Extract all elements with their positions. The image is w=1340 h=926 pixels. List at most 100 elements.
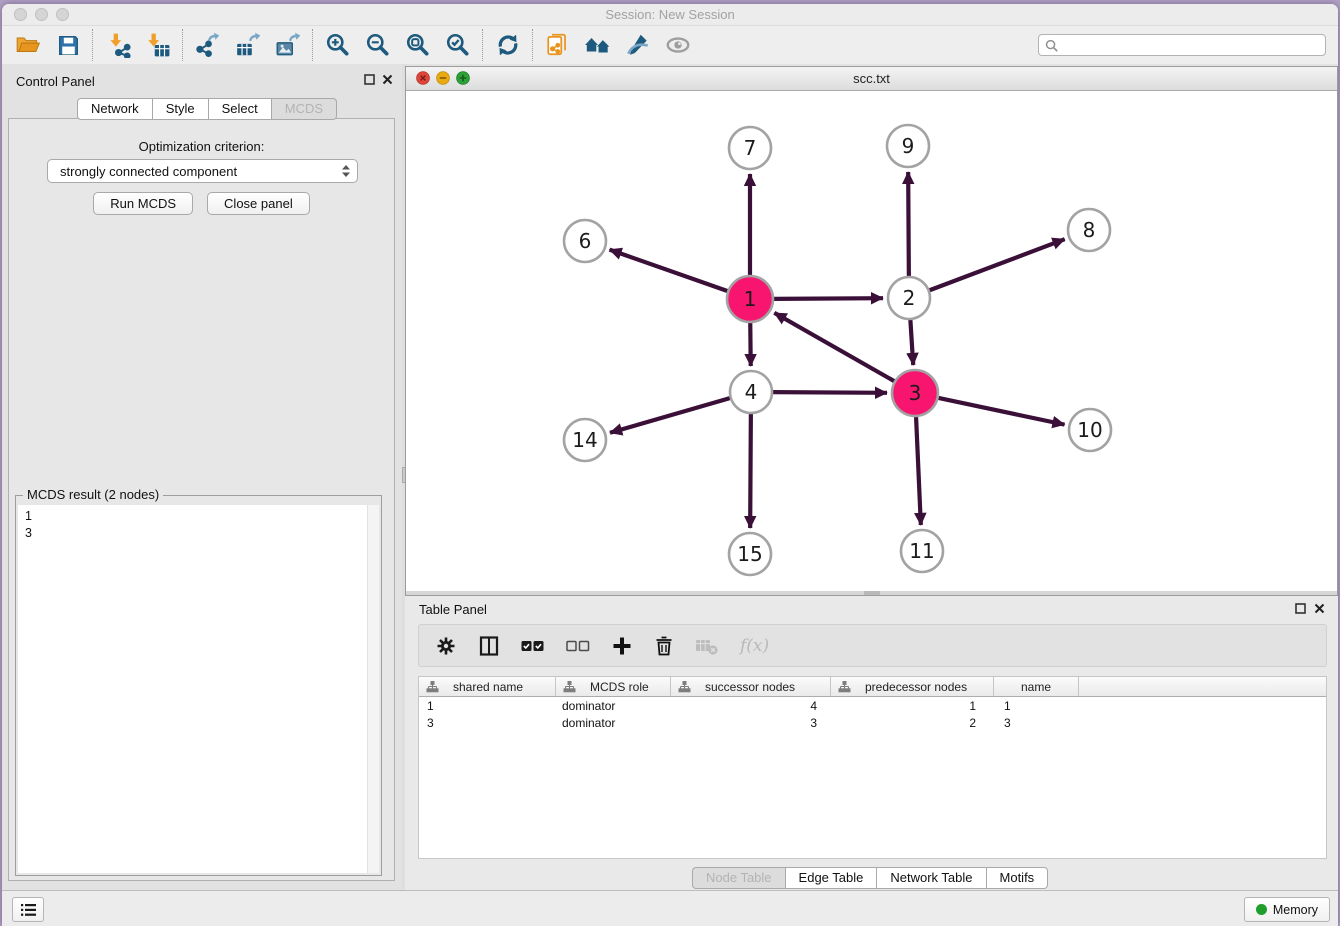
export-table-icon[interactable]: [228, 28, 268, 62]
column-header-shared-name[interactable]: shared name: [419, 677, 556, 696]
network-frame-titlebar[interactable]: scc.txt: [406, 67, 1337, 91]
tab-select[interactable]: Select: [209, 98, 272, 120]
table-cell[interactable]: 1: [419, 699, 556, 713]
open-session-icon[interactable]: [8, 28, 48, 62]
tab-edge-table[interactable]: Edge Table: [786, 867, 878, 889]
home-icon[interactable]: [578, 28, 618, 62]
close-panel-icon[interactable]: [382, 74, 393, 85]
add-row-icon[interactable]: [611, 633, 633, 659]
graph-node-label-3: 3: [909, 381, 922, 405]
delete-table-icon[interactable]: [695, 633, 719, 659]
tab-motifs[interactable]: Motifs: [987, 867, 1049, 889]
tab-style[interactable]: Style: [153, 98, 209, 120]
tab-network-table[interactable]: Network Table: [877, 867, 986, 889]
graph-edge-4-3[interactable]: [773, 392, 887, 393]
save-session-icon[interactable]: [48, 28, 88, 62]
table-cell[interactable]: 3: [994, 716, 1079, 730]
network-view-frame: scc.txt 7968124314101511: [405, 66, 1338, 596]
zoom-out-icon[interactable]: [358, 28, 398, 62]
graph-edge-4-14[interactable]: [610, 398, 730, 433]
table-cell[interactable]: dominator: [556, 716, 671, 730]
import-table-icon[interactable]: [138, 28, 178, 62]
network-canvas[interactable]: 7968124314101511: [406, 91, 1337, 591]
graph-edge-2-9[interactable]: [908, 172, 909, 276]
search-field[interactable]: [1038, 34, 1326, 56]
graph-node-label-4: 4: [745, 380, 758, 404]
network-graph: 7968124314101511: [406, 91, 1337, 591]
deselect-all-icon[interactable]: [566, 633, 590, 659]
search-icon: [1045, 39, 1058, 52]
table-cell[interactable]: 1: [994, 699, 1079, 713]
column-header-MCDS-role[interactable]: MCDS role: [556, 677, 671, 696]
graph-edge-3-1[interactable]: [774, 313, 894, 381]
memory-label: Memory: [1273, 903, 1318, 917]
memory-button[interactable]: Memory: [1244, 897, 1330, 922]
graph-edge-2-8[interactable]: [930, 239, 1065, 290]
graph-edge-4-15[interactable]: [750, 414, 751, 528]
zoom-window-icon[interactable]: [56, 8, 69, 21]
close-window-icon[interactable]: [14, 8, 27, 21]
column-label: MCDS role: [590, 680, 649, 694]
graph-edge-1-6[interactable]: [610, 250, 728, 291]
graph-edge-2-3[interactable]: [910, 320, 913, 365]
close-table-panel-icon[interactable]: [1314, 603, 1325, 614]
table-cell[interactable]: dominator: [556, 699, 671, 713]
float-panel-icon[interactable]: [364, 74, 375, 85]
main-area: Control Panel NetworkStyleSelectMCDS Opt…: [2, 64, 1338, 890]
toolbar-separator: [532, 29, 534, 61]
mcds-result-lines: 13: [18, 505, 379, 545]
graph-node-label-7: 7: [744, 136, 757, 160]
table-cell[interactable]: 4: [671, 699, 831, 713]
toolbar-separator: [92, 29, 94, 61]
mcds-result-area[interactable]: 13: [18, 505, 379, 873]
horizontal-splitter-handle[interactable]: [864, 591, 880, 595]
table-row[interactable]: 1dominator411: [419, 697, 1326, 714]
graph-node-label-6: 6: [579, 229, 592, 253]
column-header-successor-nodes[interactable]: successor nodes: [671, 677, 831, 696]
select-all-icon[interactable]: [521, 633, 545, 659]
graph-edge-3-11[interactable]: [916, 417, 921, 525]
graph-edge-3-10[interactable]: [938, 398, 1064, 425]
criterion-select[interactable]: strongly connected component: [47, 159, 358, 183]
style-brush-icon[interactable]: [618, 28, 658, 62]
table-cell[interactable]: 1: [831, 699, 994, 713]
run-mcds-button[interactable]: Run MCDS: [93, 192, 193, 215]
column-header-name[interactable]: name: [994, 677, 1079, 696]
export-image-icon[interactable]: [268, 28, 308, 62]
table-cell[interactable]: 2: [831, 716, 994, 730]
close-panel-button[interactable]: Close panel: [207, 192, 310, 215]
task-history-button[interactable]: [12, 897, 44, 922]
import-network-icon[interactable]: [98, 28, 138, 62]
frame-close-icon[interactable]: [416, 71, 430, 85]
function-builder-icon[interactable]: f(x): [740, 633, 769, 659]
column-header-predecessor-nodes[interactable]: predecessor nodes: [831, 677, 994, 696]
search-input[interactable]: [1062, 37, 1319, 53]
table-settings-gear-icon[interactable]: [435, 633, 457, 659]
float-table-panel-icon[interactable]: [1295, 603, 1306, 614]
refresh-layout-icon[interactable]: [488, 28, 528, 62]
export-network-icon[interactable]: [188, 28, 228, 62]
frame-maximize-icon[interactable]: [456, 71, 470, 85]
graph-node-label-2: 2: [903, 286, 916, 310]
hide-preview-eye-icon[interactable]: [658, 28, 698, 62]
result-scrollbar[interactable]: [367, 505, 379, 873]
graph-edge-1-2[interactable]: [774, 298, 883, 299]
table-row[interactable]: 3dominator323: [419, 714, 1326, 731]
graph-node-label-8: 8: [1083, 218, 1096, 242]
zoom-in-icon[interactable]: [318, 28, 358, 62]
canvas-bottom-strip: [406, 591, 1337, 595]
table-cell[interactable]: 3: [671, 716, 831, 730]
frame-minimize-icon[interactable]: [436, 71, 450, 85]
zoom-fit-icon[interactable]: [398, 28, 438, 62]
zoom-selected-icon[interactable]: [438, 28, 478, 62]
delete-row-trash-icon[interactable]: [654, 633, 674, 659]
table-cell[interactable]: 3: [419, 716, 556, 730]
column-label: name: [1021, 680, 1051, 694]
node-table: shared name MCDS role successor nodesprede…: [418, 676, 1327, 859]
tab-mcds[interactable]: MCDS: [272, 98, 337, 120]
minimize-window-icon[interactable]: [35, 8, 48, 21]
column-visibility-icon[interactable]: [478, 633, 500, 659]
tab-network[interactable]: Network: [77, 98, 153, 120]
clone-network-icon[interactable]: [538, 28, 578, 62]
tab-node-table[interactable]: Node Table: [692, 867, 786, 889]
